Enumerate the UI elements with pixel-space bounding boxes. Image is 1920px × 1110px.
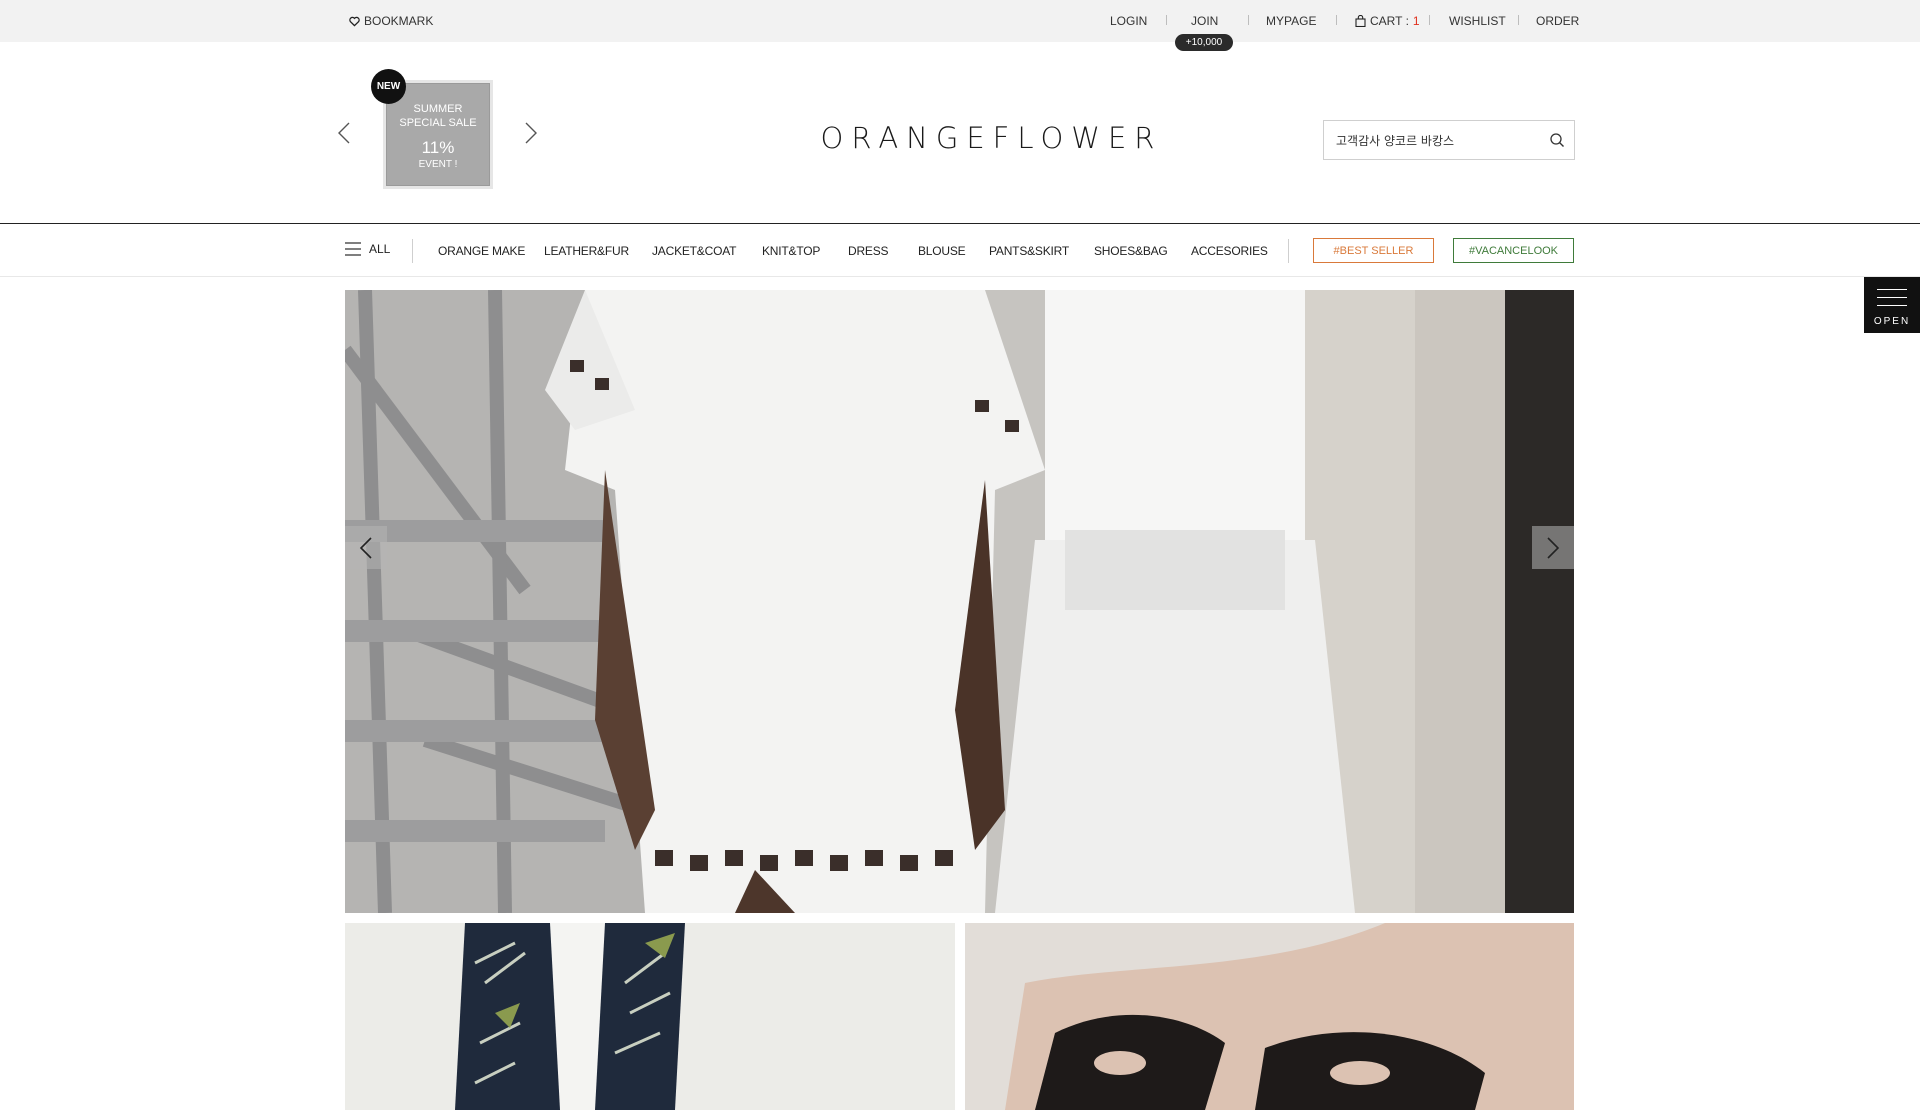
promo-tile-right[interactable] <box>965 923 1574 1110</box>
hero-banner[interactable] <box>345 290 1574 913</box>
divider <box>1336 15 1337 25</box>
hamburger-icon <box>345 242 361 256</box>
new-badge: NEW <box>371 69 406 104</box>
divider <box>1518 15 1519 25</box>
nav-item-leather-fur[interactable]: LEATHER&FUR <box>544 244 629 258</box>
wishlist-link[interactable]: WISHLIST <box>1449 14 1506 28</box>
chevron-left-icon <box>359 536 372 559</box>
divider <box>1248 15 1249 25</box>
search-input[interactable] <box>1324 121 1544 159</box>
bookmark-link[interactable]: BOOKMARK <box>349 14 433 28</box>
promo-line2: SPECIAL SALE <box>399 117 477 129</box>
nav-all-button[interactable]: ALL <box>345 242 390 256</box>
nav-item-jacket-coat[interactable]: JACKET&COAT <box>652 244 736 258</box>
nav-item-accesories[interactable]: ACCESORIES <box>1191 244 1268 258</box>
cart-count: 1 <box>1412 14 1420 28</box>
login-link[interactable]: LOGIN <box>1110 14 1147 28</box>
nav-divider <box>1288 239 1289 263</box>
promo-event: EVENT ! <box>418 159 458 170</box>
nav-divider <box>412 239 413 263</box>
hero-prev-button[interactable] <box>345 526 387 569</box>
chevron-right-icon <box>1547 536 1560 559</box>
divider <box>1429 15 1430 25</box>
top-utility-bar: BOOKMARK LOGIN JOIN MYPAGE CART : 1 WISH… <box>0 0 1920 42</box>
nav-item-dress[interactable]: DRESS <box>848 244 889 258</box>
search-box <box>1323 120 1575 160</box>
nav-item-shoes-bag[interactable]: SHOES&BAG <box>1094 244 1168 258</box>
hamburger-icon <box>1877 289 1907 313</box>
cart-label: CART : <box>1370 14 1409 28</box>
nav-item-blouse[interactable]: BLOUSE <box>918 244 966 258</box>
hero-next-button[interactable] <box>1532 526 1574 569</box>
search-icon[interactable] <box>1549 132 1565 148</box>
mypage-link[interactable]: MYPAGE <box>1266 14 1316 28</box>
promo-percent: 11% <box>421 138 455 157</box>
promo-next-chevron-right-icon[interactable] <box>524 122 538 144</box>
side-panel-open-button[interactable]: OPEN <box>1864 277 1920 333</box>
promo-tile-left[interactable] <box>345 923 955 1110</box>
order-link[interactable]: ORDER <box>1536 14 1579 28</box>
vacance-look-button[interactable]: #VACANCELOOK <box>1453 238 1574 263</box>
join-points-badge: +10,000 <box>1175 34 1233 51</box>
category-nav: ALL ORANGE MAKE LEATHER&FUR JACKET&COAT … <box>0 224 1920 277</box>
site-logo[interactable]: ORANGEFLOWER <box>821 121 1155 155</box>
tile-image-sandals <box>965 923 1574 1110</box>
promo-prev-chevron-left-icon[interactable] <box>337 122 351 144</box>
nav-item-knit-top[interactable]: KNIT&TOP <box>762 244 820 258</box>
cart-bag-icon <box>1355 15 1366 27</box>
side-panel-label: OPEN <box>1873 316 1911 327</box>
divider <box>1166 15 1167 25</box>
cart-link[interactable]: CART : 1 <box>1355 14 1420 28</box>
hero-image <box>345 290 1574 913</box>
promo-banner[interactable]: SUMMER SPECIAL SALE 11% EVENT ! <box>386 83 490 186</box>
nav-item-pants-skirt[interactable]: PANTS&SKIRT <box>989 244 1069 258</box>
bookmark-label: BOOKMARK <box>364 14 434 28</box>
tile-image-palm-shirt <box>345 923 955 1110</box>
best-seller-button[interactable]: #BEST SELLER <box>1313 238 1434 263</box>
heart-icon <box>349 16 360 27</box>
nav-all-label: ALL <box>369 242 391 256</box>
join-link[interactable]: JOIN <box>1191 14 1218 28</box>
nav-item-orange-make[interactable]: ORANGE MAKE <box>438 244 525 258</box>
promo-line1: SUMMER <box>413 103 463 115</box>
